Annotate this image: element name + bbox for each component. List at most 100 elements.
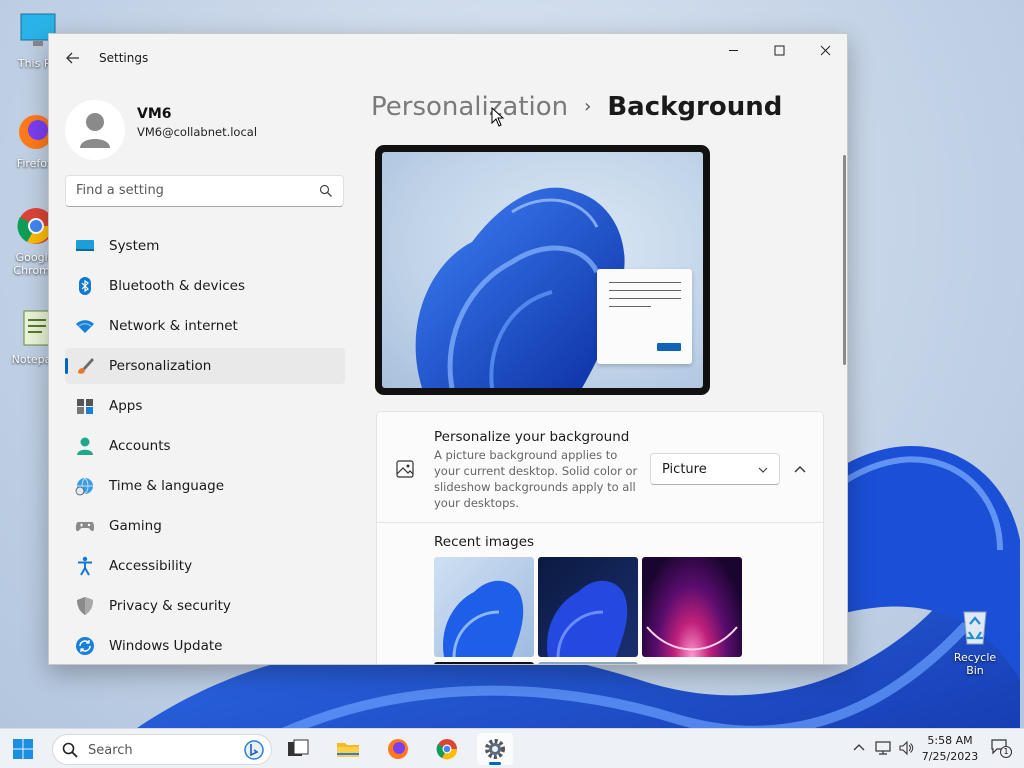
recycle-bin-icon	[954, 606, 996, 648]
accessibility-icon	[78, 556, 92, 576]
sidebar-item-bluetooth[interactable]: Bluetooth & devices	[65, 268, 345, 304]
bing-icon	[244, 740, 264, 760]
settings-window: Settings VM6 VM6@collabnet.local System …	[48, 33, 848, 665]
sidebar-item-label: Accessibility	[109, 558, 193, 574]
sidebar-item-label: Privacy & security	[109, 598, 231, 614]
chrome-icon	[436, 739, 458, 760]
shield-icon	[77, 597, 93, 615]
brush-icon	[78, 358, 94, 374]
recent-image-4[interactable]	[434, 662, 534, 664]
recent-image-3[interactable]	[642, 557, 742, 657]
sidebar-item-label: System	[109, 238, 160, 254]
close-icon	[820, 45, 830, 55]
apps-icon	[77, 399, 93, 414]
taskbar-firefox[interactable]	[380, 733, 416, 765]
chevron-up-icon[interactable]	[790, 459, 810, 479]
title-bar: Settings	[49, 34, 847, 82]
sidebar-item-gaming[interactable]: Gaming	[65, 508, 345, 544]
recent-images-label: Recent images	[434, 534, 535, 550]
monitor-icon	[76, 240, 94, 251]
search-input[interactable]	[76, 183, 306, 198]
recent-image-2[interactable]	[538, 557, 638, 657]
taskbar-task-view[interactable]	[280, 733, 316, 765]
bluetooth-icon	[79, 277, 91, 295]
search-icon	[319, 184, 332, 197]
dropdown-value: Picture	[662, 462, 707, 477]
sidebar-item-apps[interactable]: Apps	[65, 388, 345, 424]
maximize-button[interactable]	[756, 34, 802, 66]
breadcrumb-parent-link[interactable]: Personalization	[371, 92, 568, 122]
update-icon	[76, 637, 94, 655]
sidebar-item-label: Bluetooth & devices	[109, 278, 246, 294]
maximize-icon	[774, 45, 784, 55]
sidebar-item-label: Windows Update	[109, 638, 223, 654]
sidebar-item-label: Apps	[109, 398, 143, 414]
recent-image-1[interactable]	[434, 557, 534, 657]
sidebar-item-label: Network & internet	[109, 318, 238, 334]
folder-icon	[337, 743, 359, 757]
sidebar-item-label: Time & language	[109, 478, 225, 494]
minimize-button[interactable]	[710, 34, 756, 66]
network-icon[interactable]	[875, 740, 891, 756]
sidebar-nav: System Bluetooth & devices Network & int…	[65, 228, 345, 664]
settings-search[interactable]	[65, 175, 344, 207]
firefox-icon	[388, 739, 408, 759]
taskbar-settings[interactable]	[477, 733, 513, 765]
notification-button[interactable]: 1	[991, 739, 1013, 759]
sidebar-item-time-language[interactable]: Time & language	[65, 468, 345, 504]
background-type-dropdown[interactable]: Picture	[650, 453, 780, 485]
task-view-icon	[288, 739, 309, 756]
close-button[interactable]	[802, 34, 847, 66]
person-icon	[80, 113, 110, 148]
sidebar-item-label: Accounts	[109, 438, 171, 454]
sidebar-item-network[interactable]: Network & internet	[65, 308, 345, 344]
chevron-up-icon[interactable]	[851, 740, 867, 756]
sidebar-item-privacy-security[interactable]: Privacy & security	[65, 588, 345, 624]
mouse-cursor-icon	[491, 107, 505, 127]
taskbar-search-placeholder: Search	[88, 743, 133, 758]
app-title: Settings	[99, 51, 149, 65]
desktop-icon-recycle-bin[interactable]: Recycle Bin	[945, 606, 1005, 677]
search-icon	[62, 742, 78, 758]
clock-date: 7/25/2023	[921, 750, 979, 763]
sidebar-item-accessibility[interactable]: Accessibility	[65, 548, 345, 584]
globe-clock-icon	[75, 477, 93, 496]
preview-screen	[382, 152, 703, 388]
notification-count: 1	[1000, 746, 1012, 758]
chevron-right-icon: ›	[584, 96, 592, 117]
clock-time: 5:58 AM	[927, 734, 973, 747]
page-title: Background	[607, 92, 783, 122]
minimize-icon	[728, 49, 738, 51]
sidebar-item-windows-update[interactable]: Windows Update	[65, 628, 345, 664]
card-title: Personalize your background	[434, 429, 630, 445]
profile-email: VM6@collabnet.local	[137, 125, 258, 139]
back-button[interactable]	[63, 48, 83, 68]
card-description: A picture background applies to your cur…	[434, 448, 638, 510]
sidebar-item-label: Personalization	[109, 358, 212, 374]
sidebar-item-personalization[interactable]: Personalization	[65, 348, 345, 384]
taskbar-clock[interactable]: 5:58 AM 7/25/2023	[920, 733, 980, 765]
sidebar-item-system[interactable]: System	[65, 228, 345, 264]
taskbar: Search 5:58 AM 7/25/2023 1	[0, 728, 1024, 768]
scrollbar[interactable]	[843, 155, 846, 365]
taskbar-search[interactable]: Search	[52, 734, 272, 765]
breadcrumb: Personalization › Background	[371, 92, 782, 122]
recent-image-5[interactable]	[538, 662, 638, 664]
taskbar-chrome[interactable]	[429, 733, 465, 765]
wifi-icon	[76, 320, 94, 333]
avatar[interactable]	[65, 100, 125, 160]
sidebar-item-label: Gaming	[109, 518, 162, 534]
sidebar-item-accounts[interactable]: Accounts	[65, 428, 345, 464]
gamepad-icon	[75, 522, 95, 532]
personalize-background-card: Personalize your background A picture ba…	[376, 411, 824, 664]
windows-start-icon[interactable]	[12, 738, 34, 760]
taskbar-file-explorer[interactable]	[330, 733, 366, 765]
gear-icon	[485, 739, 505, 759]
arrow-left-icon	[66, 52, 79, 64]
person-icon	[77, 437, 93, 455]
background-preview	[375, 145, 710, 395]
speaker-icon[interactable]	[898, 740, 914, 756]
chevron-down-icon	[758, 467, 768, 473]
image-icon	[396, 460, 414, 478]
desktop-icon-label: Recycle Bin	[953, 651, 997, 677]
